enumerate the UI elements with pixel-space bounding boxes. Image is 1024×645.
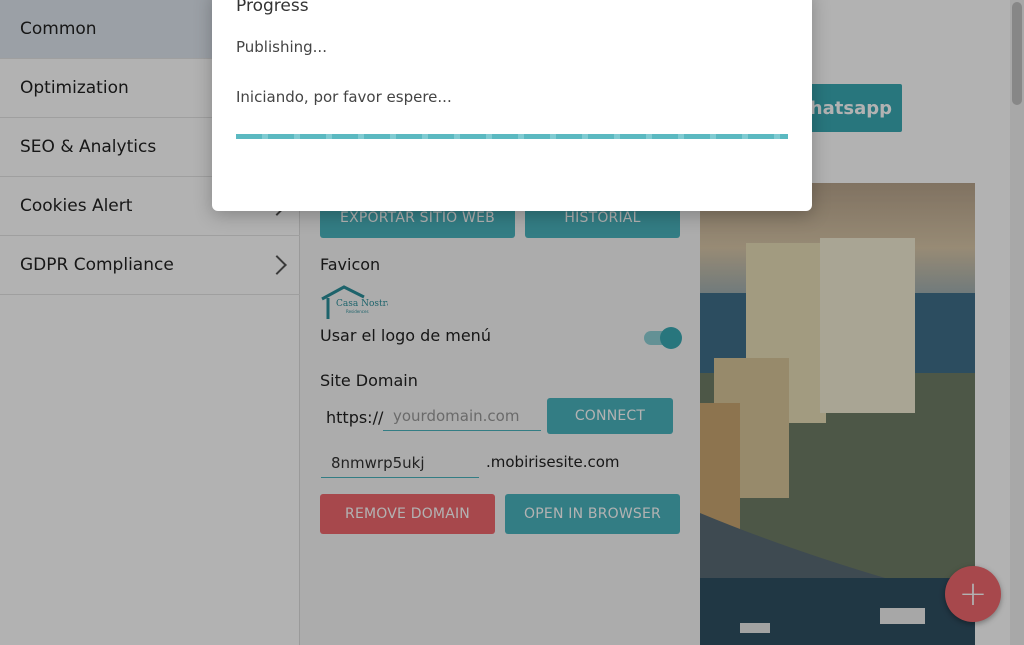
progress-bar <box>236 134 788 139</box>
publishing-status: Publishing... <box>236 38 327 56</box>
progress-dialog: Progress Publishing... Iniciando, por fa… <box>212 0 812 211</box>
dialog-title: Progress <box>236 0 309 16</box>
progress-message: Iniciando, por favor espere... <box>236 88 452 106</box>
